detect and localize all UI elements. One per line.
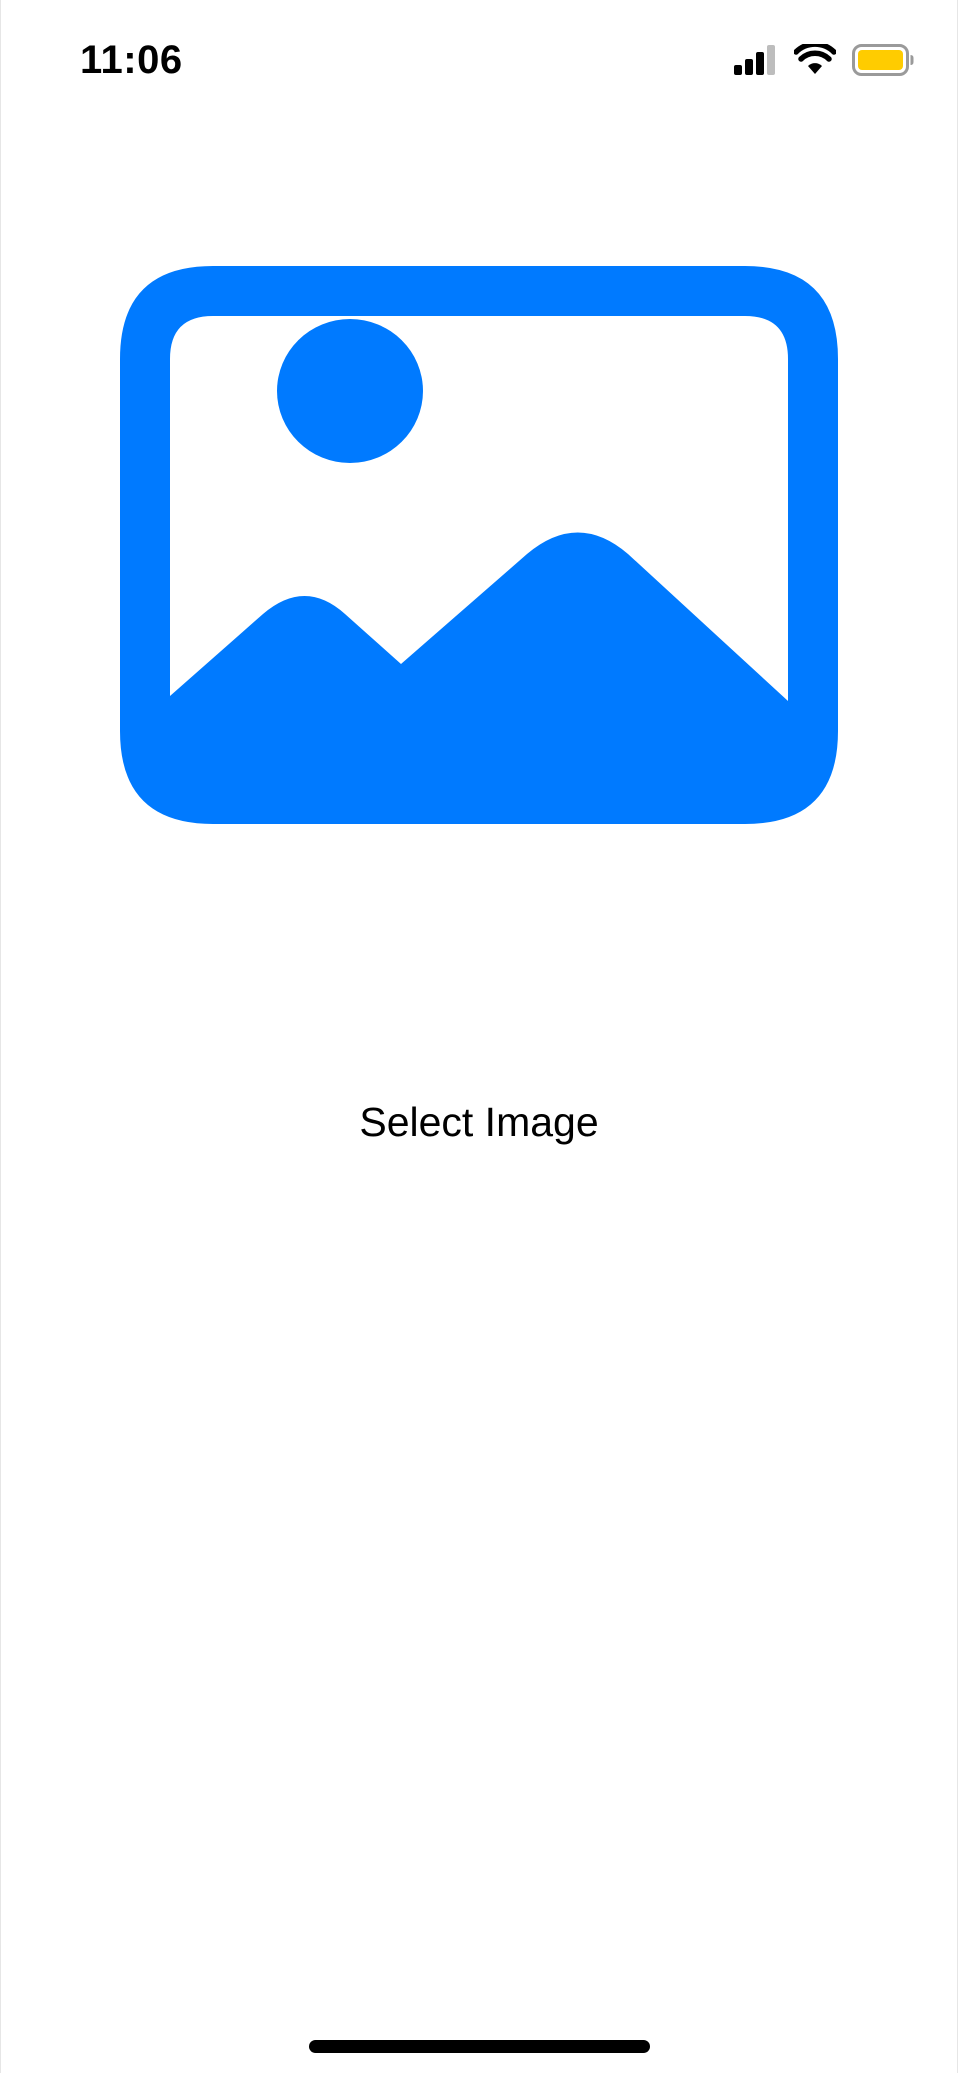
app-screen: 11:06 Select Image [0, 0, 958, 2073]
status-icons [734, 42, 914, 78]
photo-icon [118, 264, 840, 826]
status-time: 11:06 [80, 38, 183, 82]
cellular-signal-icon [734, 45, 778, 75]
select-image-button[interactable]: Select Image [0, 1092, 958, 1152]
status-bar: 11:06 [0, 0, 958, 120]
wifi-icon [794, 44, 836, 76]
home-indicator[interactable] [309, 2040, 650, 2053]
battery-icon [852, 44, 914, 76]
